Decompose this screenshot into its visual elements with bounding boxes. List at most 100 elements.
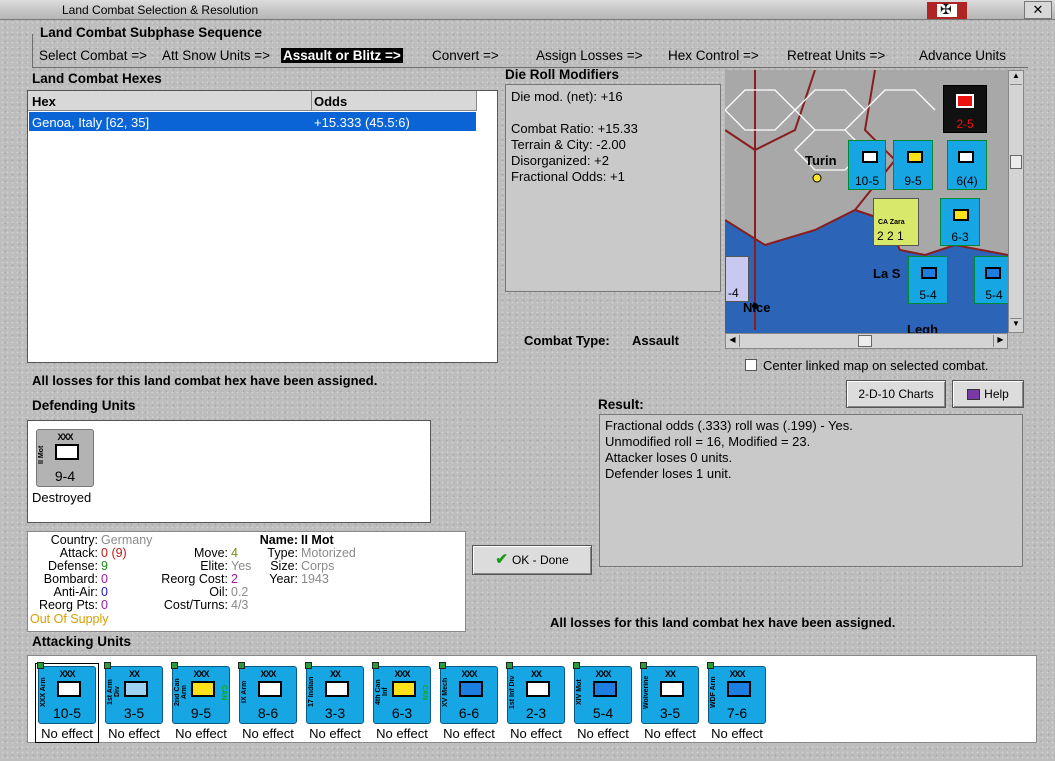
scroll-thumb[interactable] — [1010, 155, 1022, 169]
ok-done-button[interactable]: ✔ OK - Done — [472, 545, 592, 575]
attacking-unit[interactable]: XXX IX Arm 8-6 No effect — [237, 662, 299, 742]
map-counter[interactable]: 6(4) — [947, 140, 987, 190]
unit-counter[interactable]: XX 1st Inf Div 2-3 — [506, 662, 565, 724]
map-vertical-scrollbar[interactable]: ▲ ▼ — [1008, 70, 1024, 333]
help-button[interactable]: Help — [952, 380, 1024, 408]
modifiers-box: Die mod. (net): +16 Combat Ratio: +15.33… — [505, 84, 721, 292]
flag-icon — [171, 662, 178, 669]
map-label-nice: Nice — [743, 300, 771, 315]
map-counter[interactable]: -4 — [725, 256, 749, 302]
unit-strength: 5-4 — [592, 705, 614, 721]
attacking-unit[interactable]: XXX XIV Mot 5-4 No effect — [572, 662, 634, 742]
map-horizontal-scrollbar[interactable]: ◀ ▶ — [725, 333, 1008, 349]
unit-name: 17 Indian — [308, 676, 315, 708]
unit-status: No effect — [309, 726, 361, 741]
step-assign-losses: Assign Losses => — [536, 48, 643, 63]
year-value: 1943 — [301, 572, 329, 586]
reorg-pts-key: Reorg Pts: — [38, 598, 98, 612]
losses-message-bottom: All losses for this land combat hex have… — [550, 615, 896, 630]
map-counter-target[interactable]: CA Zara 2 2 1 — [873, 198, 919, 246]
column-hex[interactable]: Hex — [32, 94, 56, 109]
map-counter[interactable]: 2-5 — [943, 85, 987, 133]
checkmark-icon: ✔ — [495, 551, 508, 568]
unit-size: XX — [530, 669, 542, 679]
attacking-unit[interactable]: XXX 2nd Can Arm CAN 9-5 No effect — [170, 662, 232, 742]
map-label-la-spezia: La S — [873, 266, 901, 281]
modifiers-list: Die mod. (net): +16 Combat Ratio: +15.33… — [511, 89, 638, 185]
unit-status: No effect — [443, 726, 495, 741]
unit-strength: 8-6 — [257, 705, 279, 721]
scroll-thumb[interactable] — [858, 335, 872, 347]
attacking-unit[interactable]: XXX XXX Arm 10-5 No effect — [35, 662, 99, 743]
window-title: Land Combat Selection & Resolution — [62, 3, 259, 17]
unit-strength: 9-5 — [190, 705, 212, 721]
unit-status: No effect — [376, 726, 428, 741]
result-lines: Fractional odds (.333) roll was (.199) -… — [605, 418, 853, 482]
unit-strength: 6-6 — [458, 705, 480, 721]
table-row[interactable]: Genoa, Italy [62, 35] +15.333 (45.5:6) — [29, 112, 476, 131]
linked-map[interactable]: Turin La S Nice Legh 10-5 9-5 6(4) CA Za… — [725, 70, 1008, 333]
column-odds[interactable]: Odds — [314, 94, 347, 109]
step-select-combat: Select Combat => — [39, 48, 148, 63]
unit-counter[interactable]: XX 17 Indian 3-3 — [305, 662, 364, 724]
mod-spacer — [511, 105, 638, 121]
unit-counter[interactable]: XXX XIV Mot 5-4 — [573, 662, 632, 724]
ok-done-label: OK - Done — [511, 553, 569, 567]
mod-combat-ratio: Combat Ratio: +15.33 — [511, 121, 638, 136]
unit-counter[interactable]: XXX 2nd Can Arm CAN 9-5 — [171, 662, 230, 724]
map-counter[interactable]: 9-5 — [893, 140, 933, 190]
unit-counter[interactable]: XXX WDF Arm 7-6 — [707, 662, 766, 724]
defending-unit-counter[interactable]: XXX II Mot 9-4 — [36, 429, 94, 487]
unit-size: XXX — [260, 669, 276, 679]
unit-counter[interactable]: XXX XV Mech 6-6 — [439, 662, 498, 724]
result-header: Result: — [598, 397, 644, 412]
unit-counter[interactable]: XXX 4th Can Inf CAN 6-3 — [372, 662, 431, 724]
unit-counter[interactable]: XX 1st Arm Div 3-5 — [104, 662, 163, 724]
row-hex: Genoa, Italy [62, 35] — [32, 115, 150, 130]
scroll-left-icon[interactable]: ◀ — [726, 335, 740, 347]
close-button[interactable]: ✕ — [1024, 1, 1052, 19]
combat-type-label: Combat Type: — [524, 333, 610, 348]
unit-name: XXX Arm — [40, 677, 47, 707]
scroll-up-icon[interactable]: ▲ — [1010, 71, 1022, 85]
attacking-unit[interactable]: XX 17 Indian 3-3 No effect — [304, 662, 366, 742]
result-line: Defender loses 1 unit. — [605, 466, 732, 481]
unit-symbol-icon — [593, 681, 617, 697]
unit-counter[interactable]: XXX XXX Arm 10-5 — [37, 662, 96, 724]
unit-name: 2nd Can Arm — [174, 678, 188, 706]
nationality-tag: CAN — [421, 685, 428, 701]
attacking-unit[interactable]: XX 1st Arm Div 3-5 No effect — [103, 662, 165, 742]
map-counter[interactable]: 5-4 — [908, 256, 948, 304]
attacking-unit[interactable]: XXX XV Mech 6-6 No effect — [438, 662, 500, 742]
unit-name: Wolverine — [643, 675, 650, 709]
center-map-label: Center linked map on selected combat. — [763, 358, 989, 373]
flag-icon — [104, 662, 111, 669]
unit-status: No effect — [41, 726, 93, 741]
map-label-leghorn: Legh — [907, 322, 939, 333]
unit-name: XIV Mot — [576, 679, 583, 705]
center-map-checkbox[interactable] — [745, 359, 757, 371]
unit-name: WDF Arm — [710, 676, 717, 708]
mod-terrain-city: Terrain & City: -2.00 — [511, 137, 626, 152]
unit-size: XXX — [595, 669, 611, 679]
cost-turns-value: 4/3 — [231, 598, 249, 612]
result-line: Fractional odds (.333) roll was (.199) -… — [605, 418, 853, 433]
unit-counter[interactable]: XX Wolverine 3-5 — [640, 662, 699, 724]
attacking-unit[interactable]: XX 1st Inf Div 2-3 No effect — [505, 662, 567, 742]
scroll-right-icon[interactable]: ▶ — [993, 335, 1007, 347]
charts-button[interactable]: 2-D-10 Charts — [846, 380, 946, 408]
title-bar[interactable]: Land Combat Selection & Resolution ✕ — [0, 0, 1055, 20]
flag-icon — [707, 662, 714, 669]
scroll-down-icon[interactable]: ▼ — [1010, 318, 1022, 332]
year-key: Year: — [269, 572, 298, 586]
attacking-unit[interactable]: XXX WDF Arm 7-6 No effect — [706, 662, 768, 742]
map-counter[interactable]: 6-3 — [940, 198, 980, 246]
map-counter[interactable]: 5-4 — [974, 256, 1008, 304]
unit-strength: 10-5 — [52, 705, 82, 721]
attacking-unit[interactable]: XX Wolverine 3-5 No effect — [639, 662, 701, 742]
map-label-turin: Turin — [805, 153, 837, 168]
attacking-unit[interactable]: XXX 4th Can Inf CAN 6-3 No effect — [371, 662, 433, 742]
map-counter[interactable]: 10-5 — [848, 140, 886, 190]
unit-counter[interactable]: XXX IX Arm 8-6 — [238, 662, 297, 724]
step-convert: Convert => — [432, 48, 499, 63]
